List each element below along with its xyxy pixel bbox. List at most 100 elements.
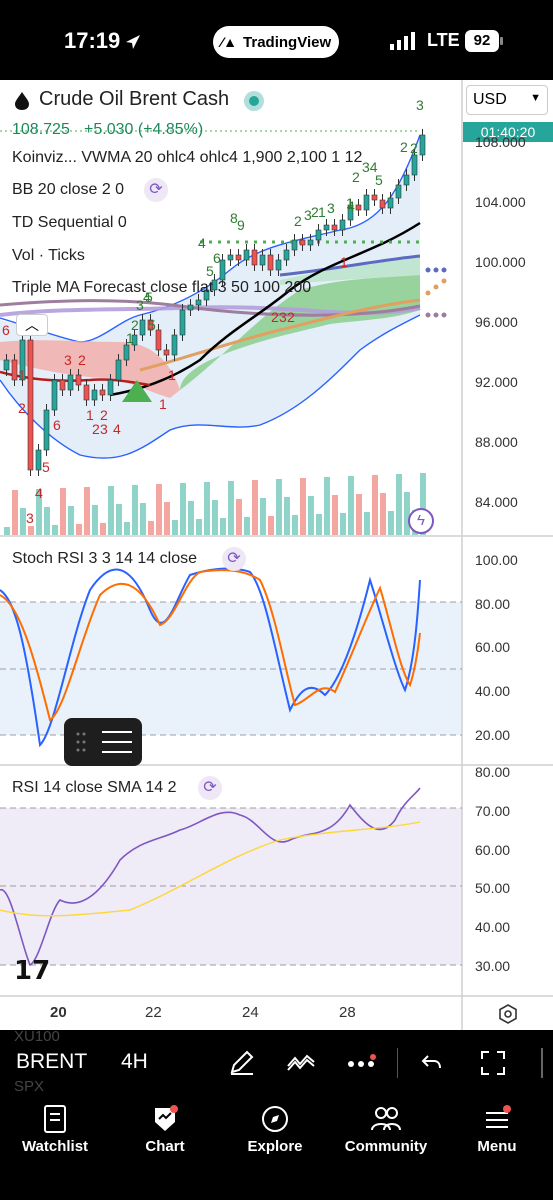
clock: 17:19 bbox=[64, 28, 121, 53]
volume-bar bbox=[132, 485, 138, 535]
candle bbox=[75, 374, 82, 386]
volume-bar bbox=[292, 515, 298, 535]
tab-menu[interactable]: Menu bbox=[442, 1096, 552, 1155]
td-label-green: 5 bbox=[206, 263, 214, 279]
td-label-green: 2 bbox=[410, 140, 418, 156]
stoch-tick-label: 40.00 bbox=[475, 683, 511, 700]
tab-explore[interactable]: Explore bbox=[220, 1096, 330, 1155]
td-label-red: 4 bbox=[35, 485, 43, 501]
candle bbox=[27, 339, 34, 471]
volume-bar bbox=[348, 476, 354, 535]
volume-bar bbox=[260, 498, 266, 535]
time-tick-label: 24 bbox=[242, 1004, 259, 1021]
community-icon bbox=[371, 1107, 401, 1131]
tab-chart[interactable]: Chart bbox=[110, 1096, 220, 1155]
candle bbox=[355, 204, 362, 211]
drawing-toolbar-handle[interactable] bbox=[64, 718, 142, 766]
tab-label: Menu bbox=[477, 1138, 517, 1155]
candle bbox=[115, 359, 122, 381]
legend-triple-ma[interactable]: Triple MA Forecast close flat 3 50 100 2… bbox=[12, 279, 311, 297]
td-label-green: 2 bbox=[352, 169, 360, 185]
volume-bar bbox=[212, 500, 218, 535]
collapse-chevron-icon[interactable]: ︿ bbox=[16, 314, 48, 336]
legend-stoch-rsi[interactable]: Stoch RSI 3 3 14 14 close bbox=[12, 550, 197, 568]
legend-rsi[interactable]: RSI 14 close SMA 14 2 bbox=[12, 779, 177, 797]
td-label-green: 5 bbox=[375, 172, 383, 188]
volume-bar bbox=[316, 514, 322, 535]
tradingview-pill[interactable]: ⁄▲ TradingView bbox=[213, 26, 339, 58]
candle bbox=[403, 174, 410, 186]
td-label-red: 2 bbox=[287, 309, 295, 325]
volume-bar bbox=[28, 526, 34, 535]
pencil-icon[interactable] bbox=[228, 1048, 256, 1076]
volume-bar bbox=[148, 521, 154, 535]
more-icon[interactable] bbox=[346, 1054, 378, 1072]
legend-vwma[interactable]: Koinviz... VWMA 20 ohlc4 ohlc4 1,900 2,1… bbox=[12, 149, 362, 167]
price-tick-label: 108.000 bbox=[475, 134, 526, 150]
app-root: 17:19 ⁄▲ TradingView LTE 92 3 2 34 5 2 8… bbox=[0, 0, 553, 1200]
volume-bar bbox=[332, 495, 338, 535]
settings-hexagon-icon[interactable] bbox=[497, 1003, 519, 1025]
legend-bb[interactable]: BB 20 close 2 0 bbox=[12, 181, 124, 199]
candle bbox=[331, 224, 338, 231]
candle bbox=[155, 329, 162, 351]
legend-vol[interactable]: Vol · Ticks bbox=[12, 247, 85, 265]
td-label-red: 2 bbox=[78, 352, 86, 368]
candle bbox=[171, 334, 178, 356]
candle bbox=[107, 379, 114, 396]
chevron-down-icon: ▼ bbox=[530, 92, 541, 104]
volume-bar bbox=[308, 496, 314, 535]
volume-bar bbox=[108, 486, 114, 535]
rsi-tick-label: 60.00 bbox=[475, 841, 511, 858]
lightning-icon[interactable]: ϟ bbox=[408, 508, 434, 534]
candle bbox=[323, 224, 330, 231]
refresh-icon[interactable]: ⟳ bbox=[222, 547, 246, 571]
volume-bar bbox=[364, 512, 370, 535]
volume-bar bbox=[188, 501, 194, 535]
td-label-red: 3 bbox=[100, 421, 108, 437]
price-tick-label: 104.000 bbox=[475, 194, 526, 210]
candle bbox=[43, 409, 50, 451]
indicators-icon[interactable] bbox=[286, 1050, 316, 1074]
pill-label: TradingView bbox=[243, 33, 332, 51]
td-label-green: 3 bbox=[416, 97, 424, 113]
tab-bar: Watchlist Chart Explore Community Menu bbox=[0, 1096, 553, 1200]
legend-td[interactable]: TD Sequential 0 bbox=[12, 214, 127, 232]
symbol-title[interactable]: Crude Oil Brent Cash bbox=[39, 88, 229, 111]
market-status-icon bbox=[244, 91, 264, 111]
symbol-button[interactable]: BRENT bbox=[16, 1050, 87, 1074]
td-label-red: 2 bbox=[18, 400, 26, 416]
candle bbox=[91, 389, 98, 401]
interval-button[interactable]: 4H bbox=[121, 1050, 148, 1074]
candle bbox=[411, 154, 418, 176]
volume-bar bbox=[276, 479, 282, 535]
currency-select[interactable]: USD ▼ bbox=[466, 85, 548, 115]
price-tick-label: 84.000 bbox=[475, 494, 518, 510]
droplet-icon bbox=[15, 92, 29, 110]
candle bbox=[419, 134, 426, 156]
refresh-icon[interactable]: ⟳ bbox=[198, 776, 222, 800]
undo-icon[interactable] bbox=[420, 1052, 444, 1072]
volume-bar bbox=[156, 484, 162, 535]
currency-value: USD bbox=[473, 91, 507, 108]
tv-logo-icon: ⁄▲ bbox=[220, 34, 238, 50]
candle bbox=[187, 304, 194, 311]
candle bbox=[387, 197, 394, 209]
candle bbox=[283, 249, 290, 261]
tab-community[interactable]: Community bbox=[330, 1096, 442, 1155]
tab-watchlist[interactable]: Watchlist bbox=[0, 1096, 110, 1155]
volume-bar bbox=[140, 503, 146, 535]
tab-label: Community bbox=[344, 1138, 428, 1155]
volume-bar bbox=[4, 527, 10, 535]
td-label-green: 1 bbox=[318, 204, 326, 220]
fullscreen-icon[interactable] bbox=[480, 1050, 506, 1076]
price-tick-label: 96.000 bbox=[475, 314, 518, 330]
volume-bar bbox=[236, 499, 242, 535]
td-label-red: 3 bbox=[64, 352, 72, 368]
volume-bar bbox=[388, 511, 394, 535]
volume-bar bbox=[396, 474, 402, 535]
volume-bar bbox=[172, 520, 178, 535]
volume-bar bbox=[268, 516, 274, 535]
refresh-icon[interactable]: ⟳ bbox=[144, 178, 168, 202]
candle bbox=[83, 384, 90, 401]
